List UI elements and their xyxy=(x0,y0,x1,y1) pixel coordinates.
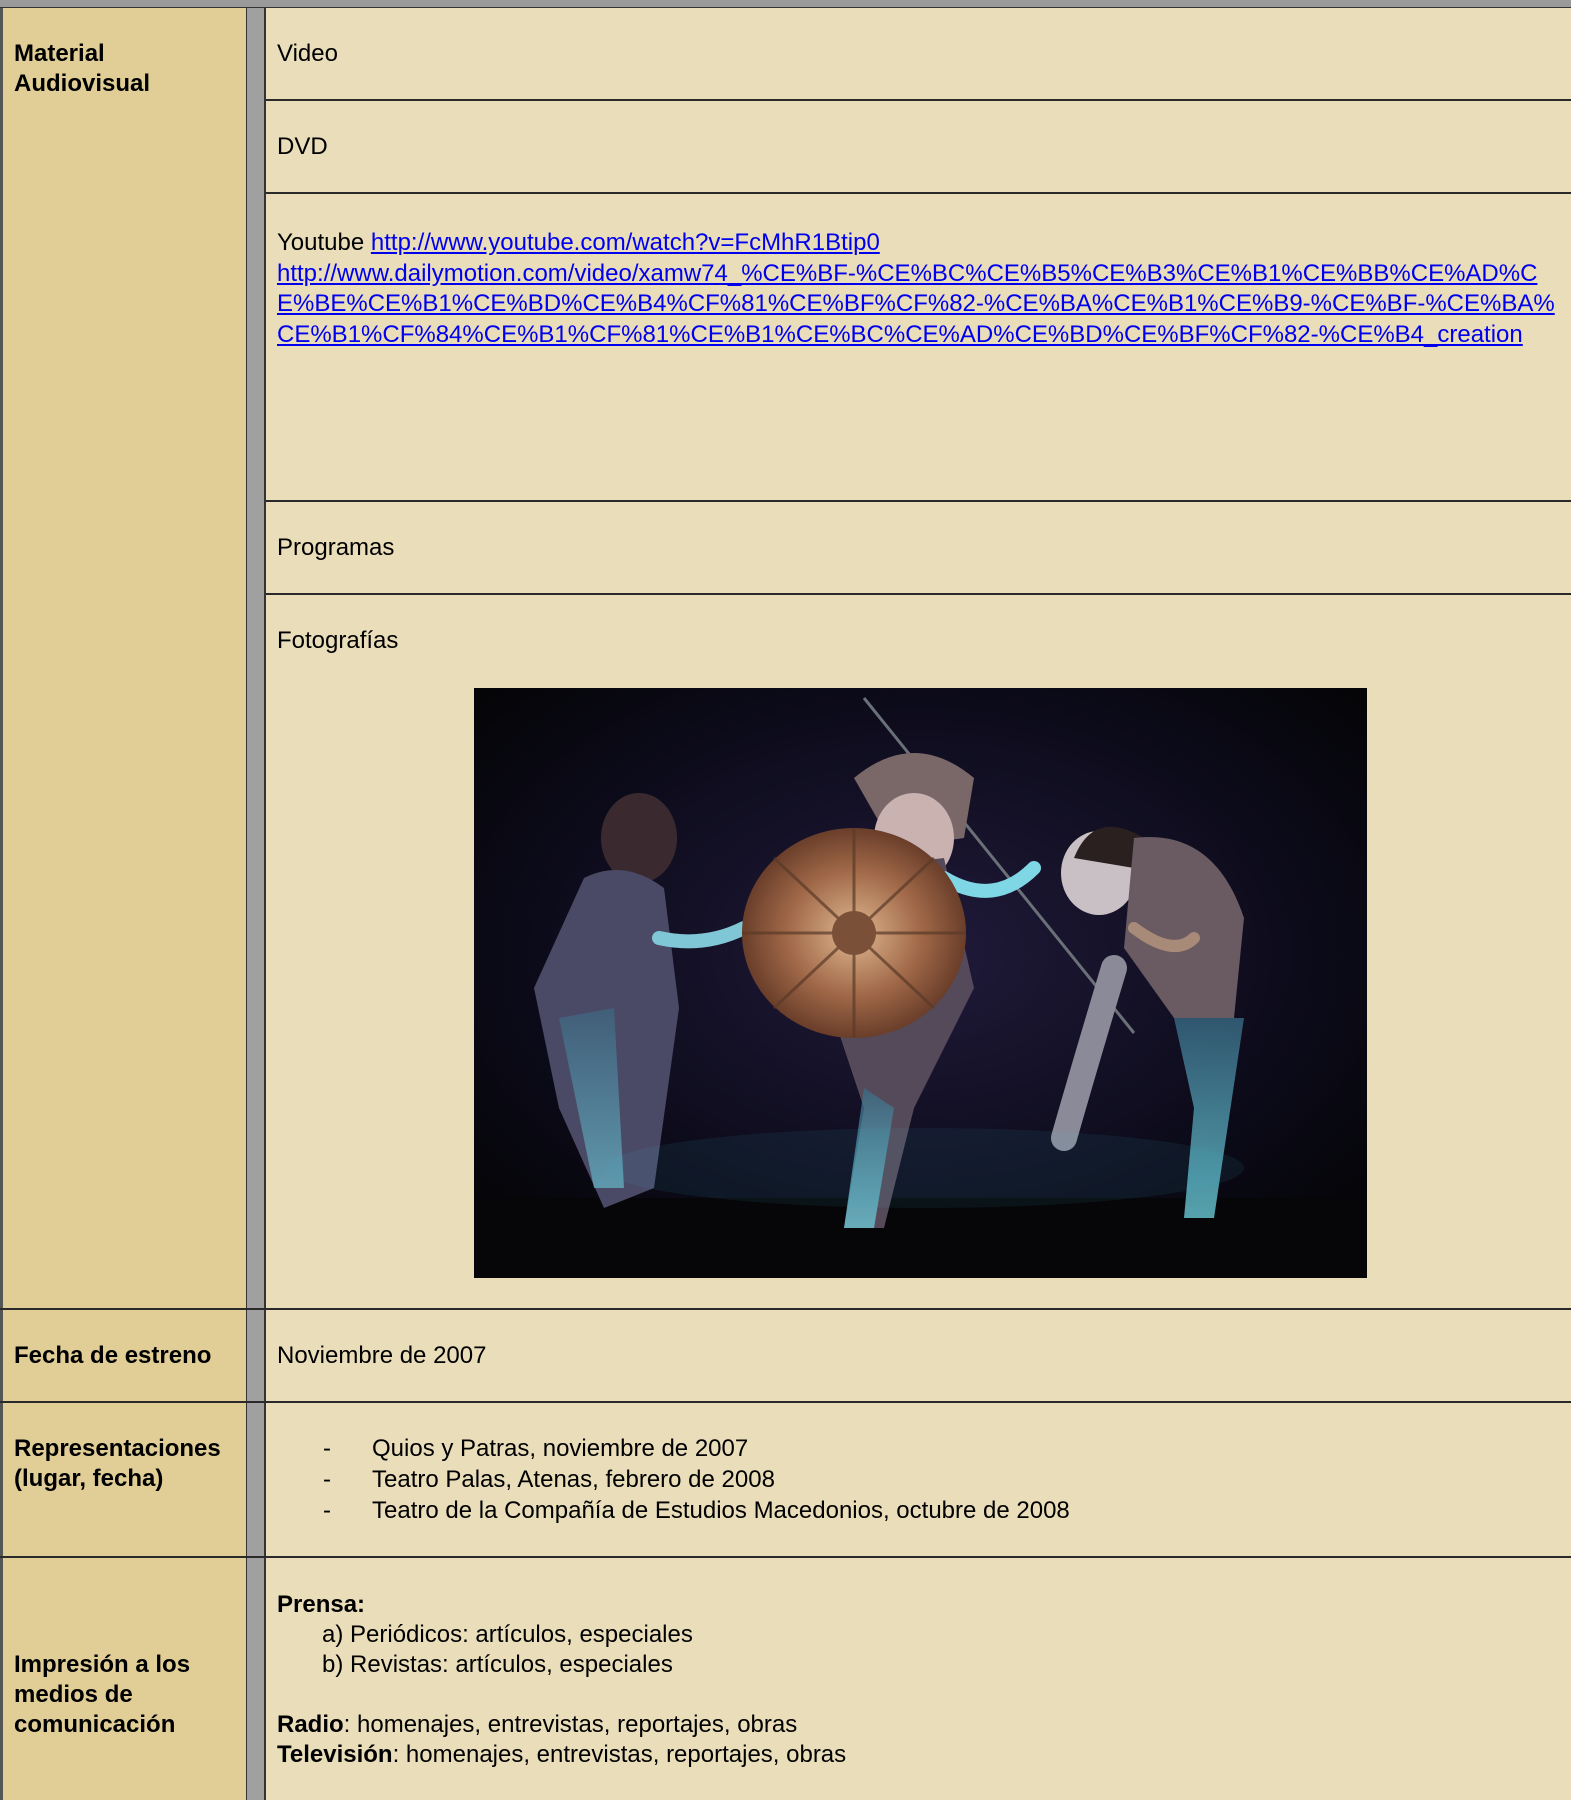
row-separator xyxy=(0,1401,1571,1403)
online-links-cell: Youtube http://www.youtube.com/watch?v=F… xyxy=(277,228,1567,350)
list-bullet: - xyxy=(323,1497,331,1524)
row-label-medios: Impresión a los medios de comunicación xyxy=(14,1651,191,1738)
label-column xyxy=(0,8,246,1800)
list-item: - Teatro Palas, Atenas, febrero de 2008 xyxy=(277,1464,1567,1495)
video-cell: Video xyxy=(277,40,338,67)
top-border xyxy=(0,0,1571,8)
row-label-fecha: Fecha de estreno xyxy=(14,1342,212,1369)
prensa-item: a) Periódicos: artículos, especiales xyxy=(322,1621,693,1648)
list-item: - Quios y Patras, noviembre de 2007 xyxy=(277,1433,1567,1464)
list-item-text: Quios y Patras, noviembre de 2007 xyxy=(372,1435,749,1462)
row-separator xyxy=(266,99,1571,101)
medios-cell: Prensa: a) Periódicos: artículos, especi… xyxy=(277,1590,1567,1770)
representaciones-list: - Quios y Patras, noviembre de 2007 - Te… xyxy=(277,1433,1567,1526)
list-item-text: Teatro Palas, Atenas, febrero de 2008 xyxy=(372,1466,775,1493)
list-bullet: - xyxy=(323,1435,331,1462)
row-separator xyxy=(266,192,1571,194)
column-divider xyxy=(246,8,266,1800)
list-bullet: - xyxy=(323,1466,331,1493)
fotografias-label: Fotografías xyxy=(277,627,399,654)
row-separator xyxy=(266,500,1571,502)
row-label-material: Material Audiovisual xyxy=(14,40,151,97)
prensa-title: Prensa: xyxy=(277,1591,366,1618)
dailymotion-link[interactable]: http://www.dailymotion.com/video/xamw74_… xyxy=(277,260,1555,348)
youtube-link[interactable]: http://www.youtube.com/watch?v=FcMhR1Bti… xyxy=(371,229,880,256)
youtube-prefix: Youtube xyxy=(277,229,365,256)
row-label-representaciones: Representaciones (lugar, fecha) xyxy=(14,1435,221,1492)
tv-label: Televisión xyxy=(277,1741,393,1768)
fecha-value: Noviembre de 2007 xyxy=(277,1342,487,1369)
performance-photo xyxy=(474,688,1367,1278)
prensa-item: b) Revistas: artículos, especiales xyxy=(322,1651,673,1678)
row-separator xyxy=(266,593,1571,595)
document-page: Material Audiovisual Video DVD Youtube h… xyxy=(0,0,1571,1800)
tv-line: Televisión: homenajes, entrevistas, repo… xyxy=(277,1740,1567,1770)
programas-cell: Programas xyxy=(277,534,395,561)
list-item: - Teatro de la Compañía de Estudios Mace… xyxy=(277,1495,1567,1526)
dvd-cell: DVD xyxy=(277,133,328,160)
row-separator xyxy=(0,1556,1571,1558)
radio-line: Radio: homenajes, entrevistas, reportaje… xyxy=(277,1710,1567,1740)
radio-label: Radio xyxy=(277,1711,344,1738)
row-separator xyxy=(0,1308,1571,1310)
list-item-text: Teatro de la Compañía de Estudios Macedo… xyxy=(372,1497,1070,1524)
tv-text: : homenajes, entrevistas, reportajes, ob… xyxy=(392,1741,847,1768)
radio-text: : homenajes, entrevistas, reportajes, ob… xyxy=(343,1711,798,1738)
